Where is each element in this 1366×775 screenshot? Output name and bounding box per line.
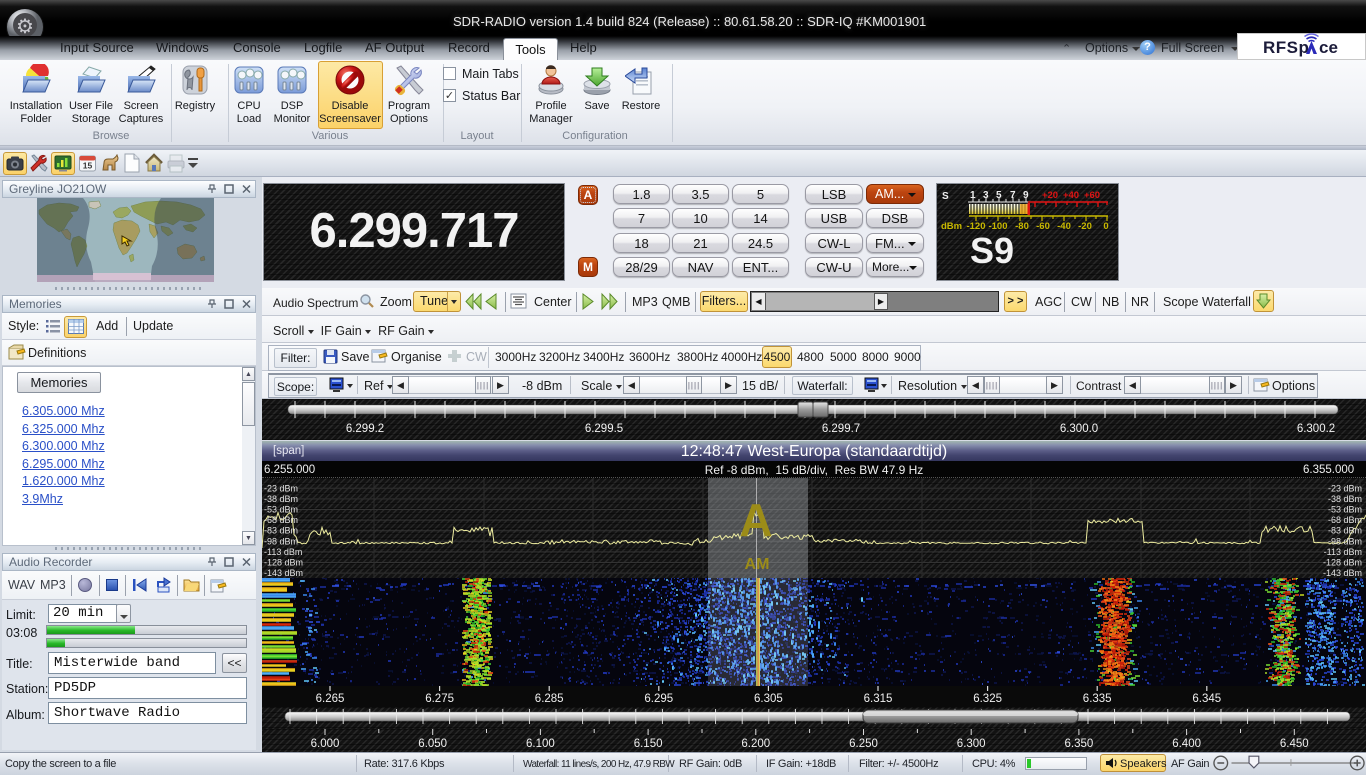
- svg-text:-23 dBm: -23 dBm: [1328, 483, 1362, 493]
- svg-text:-98 dBm: -98 dBm: [264, 536, 298, 546]
- svg-text:-143 dBm: -143 dBm: [264, 568, 303, 578]
- svg-text:6.275: 6.275: [425, 693, 454, 705]
- svg-text:6.285: 6.285: [535, 693, 564, 705]
- svg-text:6.325: 6.325: [973, 693, 1002, 705]
- svg-text:ce: ce: [1319, 38, 1338, 57]
- svg-text:6.300: 6.300: [957, 738, 986, 750]
- svg-text:6.250: 6.250: [849, 738, 878, 750]
- svg-text:6.300.0: 6.300.0: [1060, 423, 1098, 435]
- svg-text:RFSp: RFSp: [1263, 38, 1309, 57]
- svg-text:-83 dBm: -83 dBm: [1328, 526, 1362, 536]
- svg-text:dBm: dBm: [941, 221, 962, 232]
- svg-text:-113 dBm: -113 dBm: [264, 547, 302, 557]
- svg-text:-60: -60: [1036, 221, 1050, 232]
- svg-text:-68 dBm: -68 dBm: [1328, 515, 1362, 525]
- svg-text:AM: AM: [745, 556, 770, 573]
- svg-text:6.350: 6.350: [1065, 738, 1094, 750]
- svg-text:6.299.2: 6.299.2: [346, 423, 384, 435]
- svg-text:+40: +40: [1063, 190, 1079, 201]
- svg-text:6.335: 6.335: [1083, 693, 1112, 705]
- svg-text:6.000: 6.000: [311, 738, 340, 750]
- svg-text:S9: S9: [970, 230, 1014, 271]
- svg-text:6.299.7: 6.299.7: [822, 423, 860, 435]
- svg-text:-143 dBm: -143 dBm: [1323, 568, 1362, 578]
- svg-text:+60: +60: [1084, 190, 1100, 201]
- svg-text:6.050: 6.050: [418, 738, 447, 750]
- svg-text:-53 dBm: -53 dBm: [264, 505, 298, 515]
- svg-text:A: A: [739, 494, 772, 546]
- svg-text:6.345: 6.345: [1192, 693, 1221, 705]
- svg-text:6.295: 6.295: [644, 693, 673, 705]
- svg-text:6.200: 6.200: [741, 738, 770, 750]
- svg-text:S: S: [942, 191, 949, 202]
- svg-text:6.100: 6.100: [526, 738, 555, 750]
- svg-text:6.315: 6.315: [864, 693, 893, 705]
- svg-text:-98 dBm: -98 dBm: [1328, 536, 1362, 546]
- svg-text:-40: -40: [1057, 221, 1071, 232]
- svg-text:6.305: 6.305: [754, 693, 783, 705]
- svg-text:6.150: 6.150: [634, 738, 663, 750]
- svg-text:0: 0: [1103, 221, 1108, 232]
- svg-text:-83 dBm: -83 dBm: [264, 526, 298, 536]
- svg-text:+20: +20: [1042, 190, 1058, 201]
- svg-text:-53 dBm: -53 dBm: [1328, 505, 1362, 515]
- svg-text:-128 dBm: -128 dBm: [1323, 558, 1362, 568]
- svg-text:-68 dBm: -68 dBm: [264, 515, 298, 525]
- svg-text:⚙: ⚙: [16, 16, 34, 38]
- svg-text:-20: -20: [1078, 221, 1092, 232]
- svg-text:6.265: 6.265: [316, 693, 345, 705]
- svg-text:-113 dBm: -113 dBm: [1324, 547, 1362, 557]
- svg-text:-23 dBm: -23 dBm: [264, 483, 298, 493]
- svg-text:6.300.2: 6.300.2: [1297, 423, 1335, 435]
- svg-text:-128 dBm: -128 dBm: [264, 558, 303, 568]
- svg-text:-80: -80: [1015, 221, 1029, 232]
- svg-text:6.450: 6.450: [1280, 738, 1309, 750]
- svg-text:6.400: 6.400: [1172, 738, 1201, 750]
- svg-text:6.299.5: 6.299.5: [585, 423, 623, 435]
- svg-text:-38 dBm: -38 dBm: [1328, 494, 1362, 504]
- svg-text:15: 15: [83, 161, 93, 171]
- svg-text:-38 dBm: -38 dBm: [264, 494, 298, 504]
